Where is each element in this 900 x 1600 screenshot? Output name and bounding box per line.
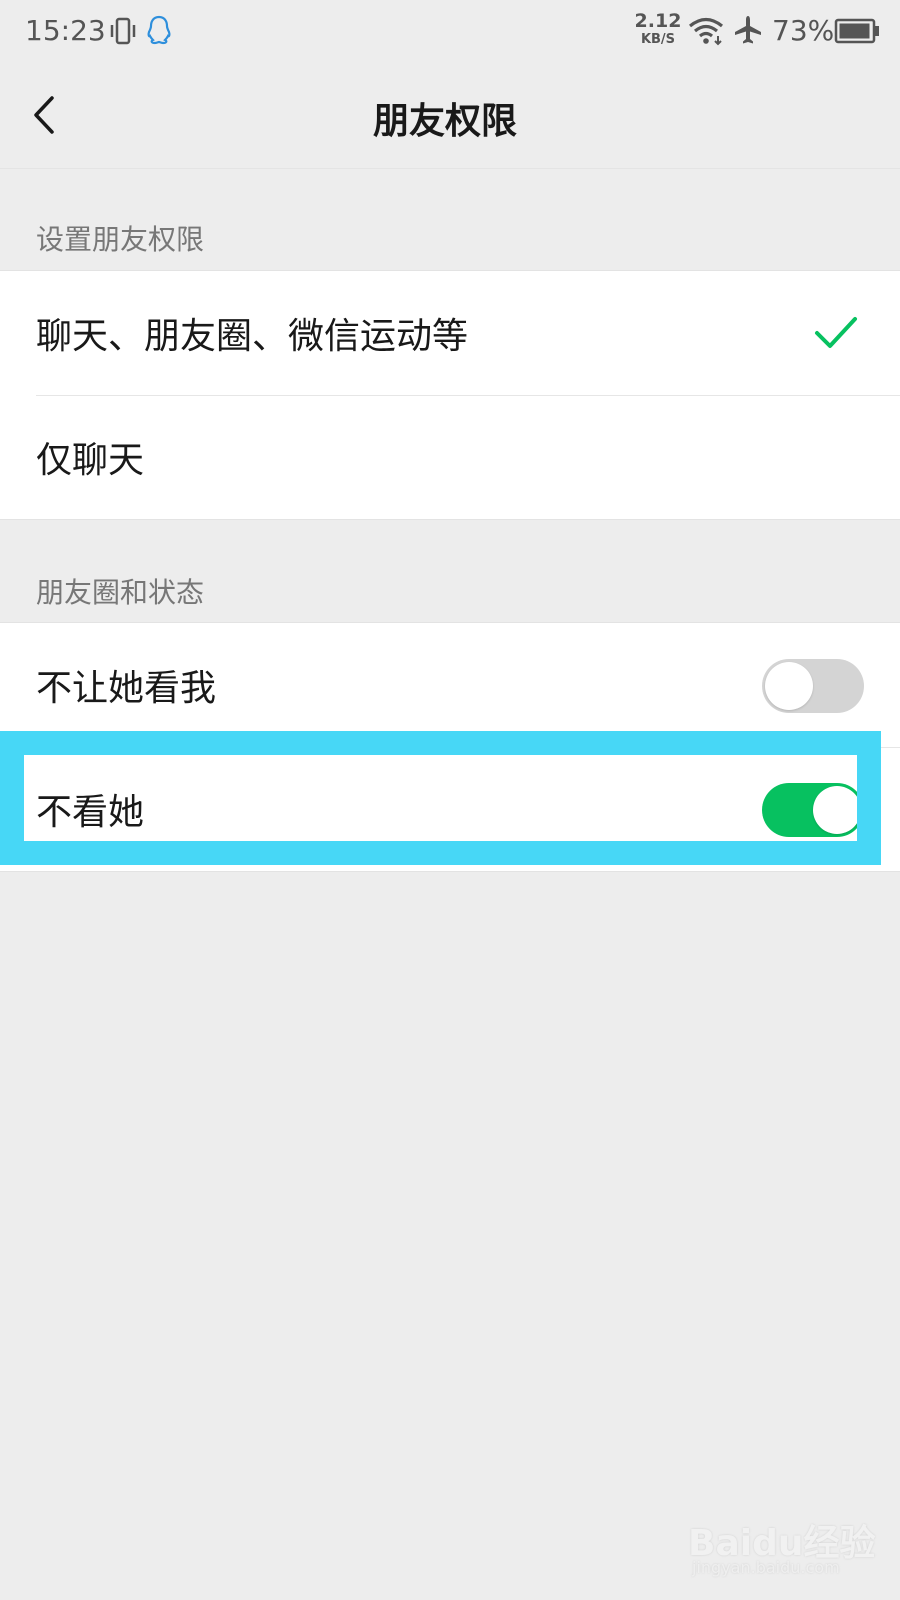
setting-label: 不看她 — [36, 792, 145, 833]
net-speed: 2.12 KB/S — [634, 10, 682, 47]
moments-group: 不让她看我 不看她 — [0, 622, 900, 872]
watermark-url: jingyan.baidu.com — [692, 1558, 840, 1577]
net-speed-unit: KB/S — [640, 32, 676, 47]
battery-percent: 73% — [772, 14, 835, 47]
qq-icon — [147, 15, 171, 45]
status-time: 15:23 — [25, 14, 106, 47]
hide-my-moments-row: 不让她看我 — [0, 623, 900, 747]
net-speed-value: 2.12 — [634, 10, 682, 32]
page-title: 朋友权限 — [372, 101, 517, 142]
toggle-knob — [765, 662, 813, 710]
hide-my-moments-toggle[interactable] — [762, 659, 864, 713]
vibrate-icon — [110, 17, 136, 45]
option-label: 聊天、朋友圈、微信运动等 — [36, 316, 469, 357]
check-icon — [815, 317, 857, 348]
section-title-permission: 设置朋友权限 — [36, 223, 205, 256]
setting-label: 不让她看我 — [36, 668, 217, 709]
permission-group: 聊天、朋友圈、微信运动等 仅聊天 — [0, 270, 900, 520]
nav-bar: 朋友权限 — [0, 64, 900, 169]
baidu-watermark: Baidu经验 jingyan.baidu.com — [688, 1500, 888, 1580]
hide-her-moments-row: 不看她 — [0, 747, 900, 871]
airplane-icon — [735, 16, 761, 44]
hide-her-moments-toggle[interactable] — [762, 783, 864, 837]
wifi-icon — [688, 17, 724, 46]
permission-option-all[interactable]: 聊天、朋友圈、微信运动等 — [0, 271, 900, 395]
option-label: 仅聊天 — [36, 440, 145, 481]
toggle-knob — [813, 786, 861, 834]
battery-icon — [834, 18, 879, 44]
permission-option-chat-only[interactable]: 仅聊天 — [0, 395, 900, 519]
section-title-moments: 朋友圈和状态 — [36, 576, 205, 609]
status-bar: 15:23 2.12 KB/S 73% — [0, 0, 900, 64]
